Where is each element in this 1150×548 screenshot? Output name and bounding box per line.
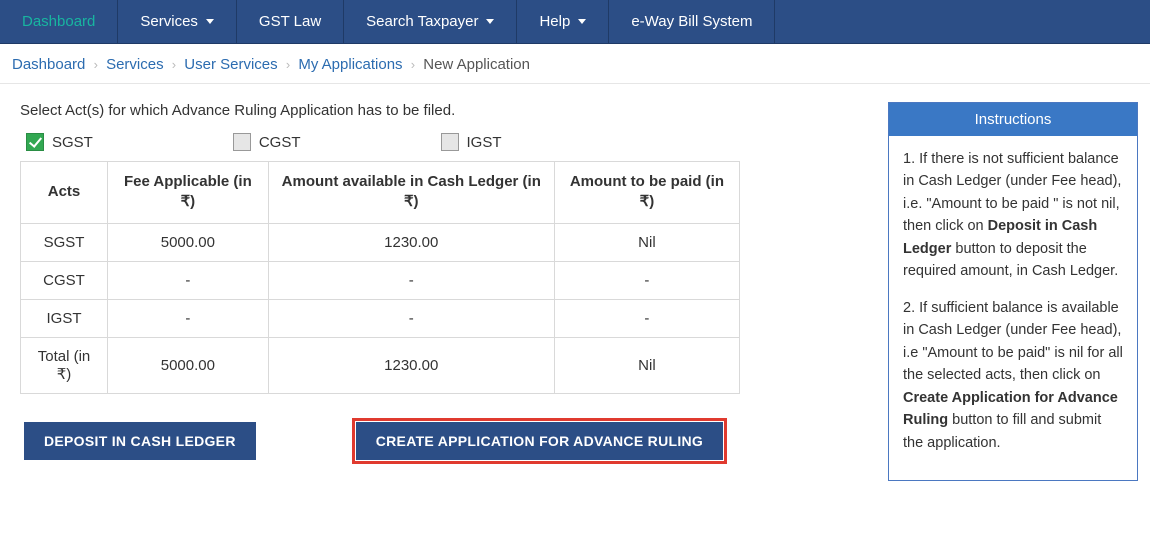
act-checkboxes: SGST CGST IGST xyxy=(20,133,868,151)
cell-fee: 5000.00 xyxy=(108,223,269,261)
cell-paid: - xyxy=(554,261,739,299)
instructions-body: 1. If there is not sufficient balance in… xyxy=(889,136,1137,480)
nav-search-taxpayer-label: Search Taxpayer xyxy=(366,13,478,30)
breadcrumb-services[interactable]: Services xyxy=(106,56,164,73)
cell-act: SGST xyxy=(21,223,108,261)
nav-gst-law-label: GST Law xyxy=(259,13,321,30)
checkbox-icon xyxy=(441,133,459,151)
caret-down-icon xyxy=(486,19,494,24)
breadcrumb: Dashboard › Services › User Services › M… xyxy=(0,44,1150,84)
checkbox-sgst[interactable]: SGST xyxy=(26,133,93,151)
th-acts: Acts xyxy=(21,162,108,224)
checkbox-igst[interactable]: IGST xyxy=(441,133,502,151)
nav-services-label: Services xyxy=(140,13,198,30)
checkbox-igst-label: IGST xyxy=(467,134,502,151)
create-application-button[interactable]: CREATE APPLICATION FOR ADVANCE RULING xyxy=(356,422,723,460)
nav-eway-label: e-Way Bill System xyxy=(631,13,752,30)
cell-cash: - xyxy=(268,261,554,299)
cell-fee: - xyxy=(108,261,269,299)
cell-total-fee: 5000.00 xyxy=(108,337,269,393)
checkbox-cgst[interactable]: CGST xyxy=(233,133,301,151)
table-row: CGST - - - xyxy=(21,261,740,299)
breadcrumb-sep: › xyxy=(172,57,176,72)
th-fee: Fee Applicable (in ₹) xyxy=(108,162,269,224)
cell-paid: - xyxy=(554,299,739,337)
checkbox-icon xyxy=(26,133,44,151)
nav-eway-bill[interactable]: e-Way Bill System xyxy=(609,0,775,43)
cell-act: IGST xyxy=(21,299,108,337)
breadcrumb-sep: › xyxy=(411,57,415,72)
cell-paid: Nil xyxy=(554,223,739,261)
fee-table: Acts Fee Applicable (in ₹) Amount availa… xyxy=(20,161,740,394)
cell-fee: - xyxy=(108,299,269,337)
breadcrumb-user-services[interactable]: User Services xyxy=(184,56,277,73)
breadcrumb-sep: › xyxy=(286,57,290,72)
cell-cash: - xyxy=(268,299,554,337)
instruction-2: 2. If sufficient balance is available in… xyxy=(903,297,1123,454)
cell-total-cash: 1230.00 xyxy=(268,337,554,393)
deposit-in-cash-ledger-button[interactable]: DEPOSIT IN CASH LEDGER xyxy=(24,422,256,460)
table-row: IGST - - - xyxy=(21,299,740,337)
nav-help-label: Help xyxy=(539,13,570,30)
cell-cash: 1230.00 xyxy=(268,223,554,261)
cell-total-label: Total (in ₹) xyxy=(21,337,108,393)
prompt-text: Select Act(s) for which Advance Ruling A… xyxy=(20,102,868,119)
caret-down-icon xyxy=(578,19,586,24)
checkbox-icon xyxy=(233,133,251,151)
breadcrumb-dashboard[interactable]: Dashboard xyxy=(12,56,85,73)
breadcrumb-my-applications[interactable]: My Applications xyxy=(298,56,402,73)
th-cash: Amount available in Cash Ledger (in ₹) xyxy=(268,162,554,224)
nav-dashboard[interactable]: Dashboard xyxy=(0,0,118,43)
table-row: SGST 5000.00 1230.00 Nil xyxy=(21,223,740,261)
cell-act: CGST xyxy=(21,261,108,299)
breadcrumb-sep: › xyxy=(94,57,98,72)
checkbox-sgst-label: SGST xyxy=(52,134,93,151)
nav-dashboard-label: Dashboard xyxy=(22,13,95,30)
th-paid: Amount to be paid (in ₹) xyxy=(554,162,739,224)
table-total-row: Total (in ₹) 5000.00 1230.00 Nil xyxy=(21,337,740,393)
instruction-2-pre: 2. If sufficient balance is available in… xyxy=(903,300,1123,383)
checkbox-cgst-label: CGST xyxy=(259,134,301,151)
instruction-1: 1. If there is not sufficient balance in… xyxy=(903,148,1123,283)
nav-search-taxpayer[interactable]: Search Taxpayer xyxy=(344,0,517,43)
nav-help[interactable]: Help xyxy=(517,0,609,43)
top-nav: Dashboard Services GST Law Search Taxpay… xyxy=(0,0,1150,44)
table-header-row: Acts Fee Applicable (in ₹) Amount availa… xyxy=(21,162,740,224)
main-content: Select Act(s) for which Advance Ruling A… xyxy=(20,102,868,481)
cell-total-paid: Nil xyxy=(554,337,739,393)
instructions-panel: Instructions 1. If there is not sufficie… xyxy=(888,102,1138,481)
breadcrumb-current: New Application xyxy=(423,56,530,73)
button-row: DEPOSIT IN CASH LEDGER CREATE APPLICATIO… xyxy=(24,422,868,460)
instructions-title: Instructions xyxy=(889,103,1137,136)
nav-services[interactable]: Services xyxy=(118,0,237,43)
nav-gst-law[interactable]: GST Law xyxy=(237,0,344,43)
caret-down-icon xyxy=(206,19,214,24)
